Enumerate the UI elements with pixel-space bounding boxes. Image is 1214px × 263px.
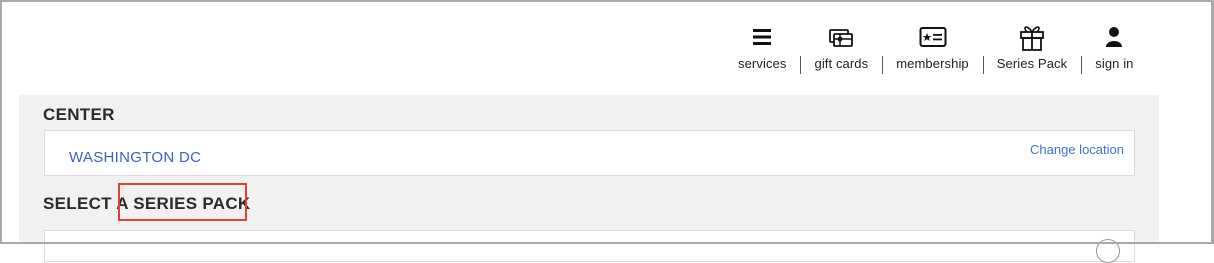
change-location-link[interactable]: Change location bbox=[1030, 142, 1124, 157]
nav-label: Series Pack bbox=[996, 56, 1068, 71]
gift-box-icon bbox=[1019, 22, 1045, 52]
highlight-annotation bbox=[118, 183, 247, 221]
nav-membership[interactable]: membership bbox=[882, 22, 983, 74]
nav-sign-in[interactable]: sign in bbox=[1081, 22, 1147, 74]
nav-gift-cards[interactable]: gift cards bbox=[800, 22, 882, 74]
center-value: WASHINGTON DC bbox=[69, 149, 202, 166]
user-icon bbox=[1105, 22, 1123, 52]
series-pack-option[interactable] bbox=[44, 230, 1135, 263]
membership-card-icon bbox=[919, 22, 947, 52]
center-heading: CENTER bbox=[43, 105, 115, 124]
menu-icon bbox=[752, 22, 772, 52]
nav-services[interactable]: services bbox=[724, 22, 800, 71]
gift-card-icon bbox=[828, 22, 854, 52]
booking-panel: CENTER WASHINGTON DC Change location SEL… bbox=[19, 95, 1159, 263]
top-nav: services gift cards membership Series Pa… bbox=[724, 22, 1148, 74]
series-pack-radio[interactable] bbox=[1096, 239, 1120, 263]
center-selector[interactable]: WASHINGTON DC Change location bbox=[44, 130, 1135, 176]
nav-label: services bbox=[738, 56, 787, 71]
nav-series-pack[interactable]: Series Pack bbox=[982, 22, 1081, 74]
nav-label: membership bbox=[896, 56, 969, 71]
nav-label: gift cards bbox=[814, 56, 869, 71]
nav-label: sign in bbox=[1095, 56, 1134, 71]
